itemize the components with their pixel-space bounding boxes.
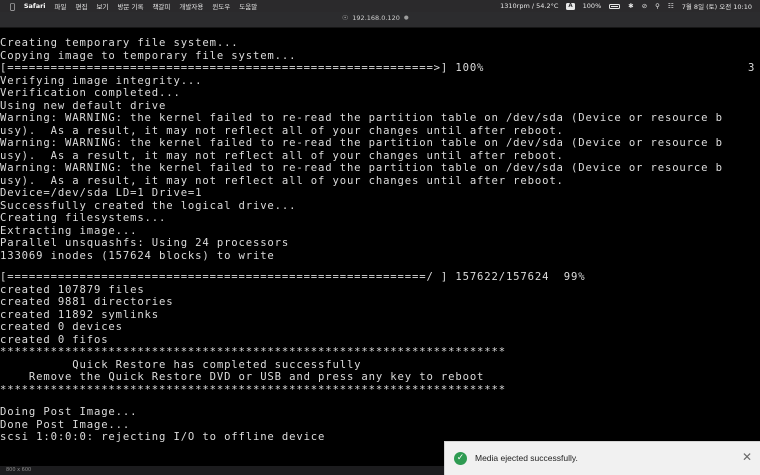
console-line: 133069 inodes (157624 blocks) to write bbox=[0, 249, 275, 262]
console-line: created 9881 directories bbox=[0, 296, 174, 308]
console-line: created 0 devices bbox=[0, 321, 123, 333]
search-icon[interactable]: ⚲ bbox=[655, 2, 660, 10]
console-line: usy). As a result, it may not reflect al… bbox=[0, 149, 564, 162]
menu-item-window[interactable]: 윈도우 bbox=[212, 1, 230, 11]
resolution-label: 800 x 600 bbox=[6, 467, 32, 473]
menu-item-edit[interactable]: 편집 bbox=[76, 1, 88, 11]
console-line: Device=/dev/sda LD=1 Drive=1 bbox=[0, 187, 203, 199]
clock-datetime[interactable]: 7월 8일 (토) 오전 10:10 bbox=[682, 1, 752, 11]
console-line: Warning: WARNING: the kernel failed to r… bbox=[0, 112, 723, 124]
console-line: Remove the Quick Restore DVD or USB and … bbox=[0, 371, 485, 383]
wifi-off-icon[interactable]: ⊘ bbox=[642, 2, 647, 10]
console-line: Doing Post Image... bbox=[0, 406, 138, 418]
console-line: Done Post Image... bbox=[0, 418, 131, 431]
menu-item-bookmarks[interactable]: 책갈피 bbox=[152, 1, 170, 11]
input-source-icon[interactable]: A bbox=[566, 2, 575, 10]
console-line: Verifying image integrity... bbox=[0, 74, 203, 87]
lock-icon: ● bbox=[403, 15, 409, 21]
menu-app-name[interactable]: Safari bbox=[24, 2, 46, 10]
battery-percent[interactable]: 100% bbox=[583, 2, 602, 10]
console-line: created 0 fifos bbox=[0, 333, 109, 346]
console-line: Verification completed... bbox=[0, 87, 181, 99]
menu-item-history[interactable]: 방문 기록 bbox=[117, 1, 143, 11]
check-circle-icon: ✓ bbox=[454, 452, 467, 465]
console-line: Creating filesystems... bbox=[0, 212, 167, 224]
console-line: Parallel unsquashfs: Using 24 processors bbox=[0, 237, 290, 249]
toast-notification: ✓ Media ejected successfully. ✕ bbox=[444, 441, 760, 475]
fan-status[interactable]: 1310rpm / 54.2°C bbox=[500, 2, 558, 10]
url-text: 192.168.0.120 bbox=[352, 14, 400, 22]
console-line: Quick Restore has completed successfully bbox=[0, 358, 362, 371]
console-line: [=======================================… bbox=[0, 62, 485, 74]
console-line: Creating temporary file system... bbox=[0, 37, 239, 49]
console-line: Copying image to temporary file system..… bbox=[0, 49, 297, 62]
console-line: Using new default drive bbox=[0, 99, 167, 112]
globe-icon: ☉ bbox=[342, 14, 349, 22]
browser-toolbar: ☉ 192.168.0.120 ● bbox=[0, 12, 760, 28]
apple-icon[interactable]:  bbox=[10, 2, 15, 11]
address-bar[interactable]: ☉ 192.168.0.120 ● bbox=[342, 14, 409, 22]
menu-item-file[interactable]: 파일 bbox=[55, 1, 67, 11]
menu-item-view[interactable]: 보기 bbox=[96, 1, 108, 11]
console-line: Successfully created the logical drive..… bbox=[0, 199, 297, 212]
console-line: Warning: WARNING: the kernel failed to r… bbox=[0, 162, 723, 174]
console-line: scsi 1:0:0:0: rejecting I/O to offline d… bbox=[0, 431, 326, 443]
bluetooth-icon[interactable]: ✱ bbox=[628, 2, 633, 10]
console-line: created 11892 symlinks bbox=[0, 308, 160, 321]
menu-bar:  Safari 파일 편집 보기 방문 기록 책갈피 개발자용 윈도우 도움말… bbox=[0, 0, 760, 12]
close-icon[interactable]: ✕ bbox=[740, 450, 754, 464]
menu-item-help[interactable]: 도움말 bbox=[239, 1, 257, 11]
console-line: Warning: WARNING: the kernel failed to r… bbox=[0, 137, 723, 149]
console-line: created 107879 files bbox=[0, 283, 145, 296]
console-line: usy). As a result, it may not reflect al… bbox=[0, 124, 564, 137]
console-line: [=======================================… bbox=[0, 271, 586, 283]
console-trailing-number: 3 bbox=[748, 62, 755, 74]
console-line: usy). As a result, it may not reflect al… bbox=[0, 174, 564, 187]
battery-icon[interactable] bbox=[609, 3, 621, 9]
remote-console[interactable]: Creating temporary file system... Copyin… bbox=[0, 28, 760, 466]
toast-message: Media ejected successfully. bbox=[475, 453, 578, 463]
menu-item-develop[interactable]: 개발자용 bbox=[179, 1, 203, 11]
console-line: Extracting image... bbox=[0, 224, 138, 237]
control-center-icon[interactable]: ☷ bbox=[668, 2, 674, 10]
console-line: ****************************************… bbox=[0, 346, 506, 358]
console-line: ****************************************… bbox=[0, 383, 506, 396]
